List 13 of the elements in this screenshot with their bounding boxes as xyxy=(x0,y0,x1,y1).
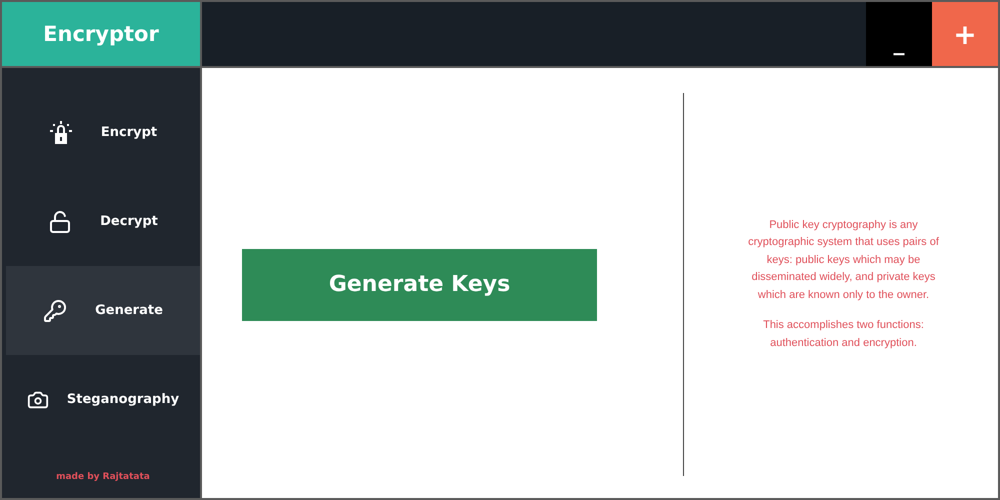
lock-icon xyxy=(48,120,73,144)
info-paragraph: This accomplishes two functions: authentication and encryption. xyxy=(762,318,925,351)
generate-keys-button[interactable]: Generate Keys xyxy=(242,248,597,320)
app-title: Encryptor xyxy=(2,2,200,66)
sidebar-item[interactable]: Steganography xyxy=(6,355,200,444)
unlocked-lock-icon xyxy=(48,210,72,234)
sidebar-item[interactable]: Encrypt xyxy=(6,88,200,177)
minimize-button[interactable]: _ xyxy=(866,2,932,66)
key-icon xyxy=(43,298,68,322)
sidebar-item[interactable]: Generate xyxy=(6,266,200,355)
info-paragraph: Public key cryptography is any cryptographic system that uses pairs of keys: public keys which may be disseminated widely, and private keys which are known only to the owner. xyxy=(747,218,940,303)
sidebar-item[interactable]: Decrypt xyxy=(6,177,200,266)
credit-text: made by Rajtatata xyxy=(55,472,151,482)
